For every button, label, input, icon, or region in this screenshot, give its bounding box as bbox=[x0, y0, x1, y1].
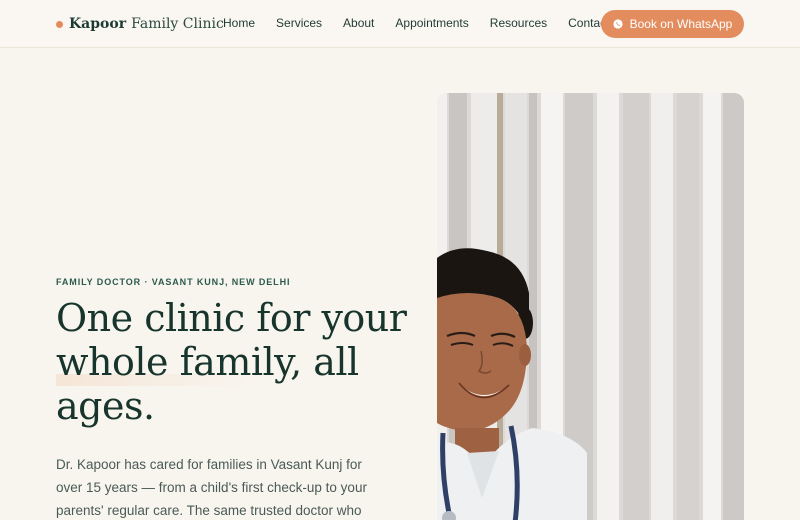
nav-about[interactable]: About bbox=[343, 16, 374, 30]
book-whatsapp-button[interactable]: Book on WhatsApp bbox=[601, 10, 744, 38]
brand-logo[interactable]: Kapoor Family Clinic bbox=[56, 14, 224, 34]
nav-appointments[interactable]: Appointments bbox=[395, 16, 468, 30]
whatsapp-icon bbox=[613, 19, 623, 29]
book-whatsapp-label: Book on WhatsApp bbox=[629, 17, 733, 31]
brand-dot-icon bbox=[56, 20, 63, 28]
brand-name-light: Family Clinic bbox=[131, 16, 224, 32]
doctor-photo bbox=[437, 93, 744, 520]
brand-name-strong: Kapoor bbox=[69, 16, 127, 32]
doctor-photo-illustration bbox=[437, 93, 744, 520]
main-nav: Home Services About Appointments Resourc… bbox=[223, 16, 631, 30]
site-header: Kapoor Family Clinic Home Services About… bbox=[0, 0, 800, 48]
nav-resources[interactable]: Resources bbox=[490, 16, 547, 30]
nav-services[interactable]: Services bbox=[276, 16, 322, 30]
hero-headline: One clinic for your whole family, all ag… bbox=[56, 296, 407, 428]
hero-eyebrow: FAMILY DOCTOR · VASANT KUNJ, NEW DELHI bbox=[56, 277, 291, 287]
hero-body: Dr. Kapoor has cared for families in Vas… bbox=[56, 457, 367, 518]
nav-home[interactable]: Home bbox=[223, 16, 255, 30]
